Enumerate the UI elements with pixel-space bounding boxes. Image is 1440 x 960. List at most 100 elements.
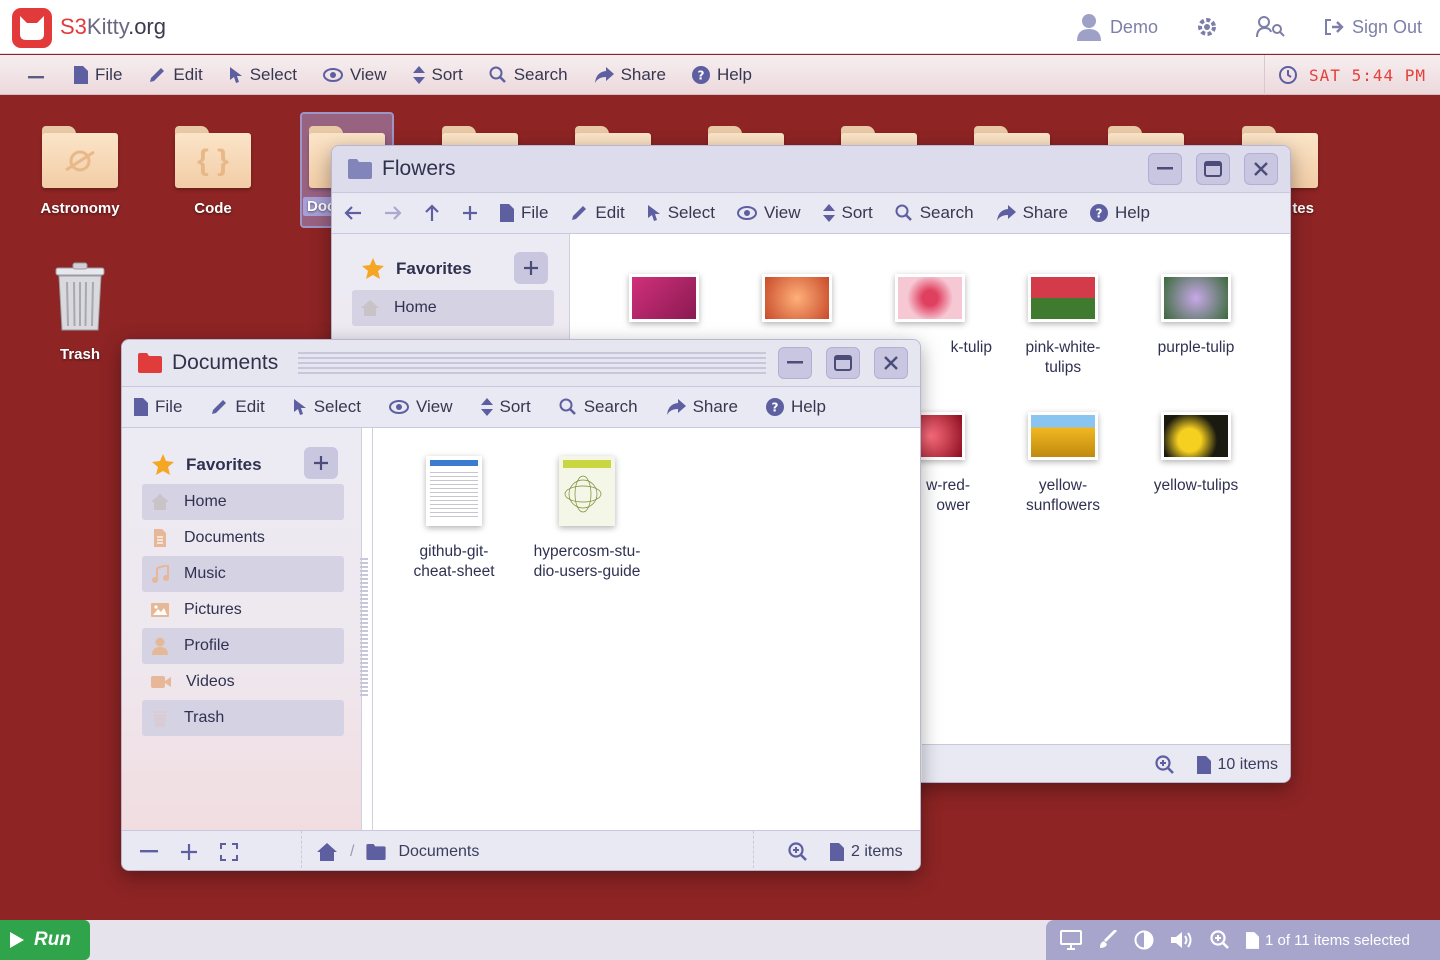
add-favorite-button[interactable]: [304, 447, 338, 479]
user-search-button[interactable]: [1255, 16, 1286, 38]
menu-view[interactable]: View: [736, 203, 801, 223]
close-button[interactable]: [1244, 153, 1278, 185]
forward-button[interactable]: [384, 205, 402, 221]
pencil-icon: [572, 206, 587, 220]
site-logo-text[interactable]: S3Kitty.org: [60, 14, 166, 40]
menu-search[interactable]: Search: [895, 203, 974, 223]
file-tile[interactable]: [735, 274, 859, 338]
menu-share[interactable]: Share: [996, 203, 1068, 223]
maximize-button[interactable]: [826, 347, 860, 379]
maximize-icon: [1204, 161, 1222, 177]
svg-text:?: ?: [771, 401, 778, 415]
zoom-out-button[interactable]: [140, 849, 158, 854]
menu-view[interactable]: View: [322, 65, 387, 85]
desktop-trash[interactable]: Trash: [24, 262, 136, 363]
sidebar-item-home[interactable]: Home: [352, 290, 554, 326]
run-button[interactable]: Run: [0, 920, 90, 960]
sign-out-button[interactable]: Sign Out: [1324, 17, 1422, 38]
menu-help[interactable]: ? Help: [1089, 203, 1150, 223]
home-icon: [361, 300, 379, 316]
maximize-button[interactable]: [1196, 153, 1230, 185]
menu-edit[interactable]: Edit: [148, 65, 203, 85]
menu-view[interactable]: View: [388, 397, 453, 417]
menu-share[interactable]: Share: [594, 65, 666, 85]
minus-icon: [28, 75, 44, 78]
arrow-left-icon: [344, 206, 361, 220]
add-favorite-button[interactable]: [514, 252, 548, 284]
user-menu[interactable]: Demo: [1076, 13, 1158, 41]
menu-select[interactable]: Select: [647, 203, 715, 223]
desktop-folder-code[interactable]: { } Code: [157, 126, 269, 217]
menu-edit[interactable]: Edit: [210, 397, 265, 417]
file-tile[interactable]: yellow-tulips: [1134, 412, 1258, 496]
desktop-label: Trash: [59, 346, 101, 363]
menu-share[interactable]: Share: [666, 397, 738, 417]
desktop-folder-astronomy[interactable]: Astronomy: [24, 126, 136, 217]
sidebar-item-pictures[interactable]: Pictures: [142, 592, 344, 628]
sidebar-item-documents[interactable]: Documents: [142, 520, 344, 556]
new-button[interactable]: [462, 205, 478, 221]
file-name: pink-white-tulips: [1025, 339, 1101, 376]
sidebar-item-videos[interactable]: Videos: [142, 664, 344, 700]
menu-file[interactable]: File: [134, 397, 182, 417]
svg-text:?: ?: [697, 68, 704, 82]
minimize-button[interactable]: [778, 347, 812, 379]
sidebar-resize-handle[interactable]: [360, 558, 368, 698]
menu-search[interactable]: Search: [489, 65, 568, 85]
settings-button[interactable]: [1196, 16, 1218, 38]
menu-sort[interactable]: Sort: [822, 203, 873, 223]
menu-sort[interactable]: Sort: [412, 65, 463, 85]
cat-logo-icon[interactable]: [12, 8, 52, 48]
gear-icon: [1197, 18, 1216, 36]
brush-icon[interactable]: [1098, 930, 1118, 950]
menu-help[interactable]: ? Help: [691, 65, 752, 85]
user-icon: [152, 637, 168, 655]
svg-text:?: ?: [1095, 207, 1102, 221]
volume-icon[interactable]: [1170, 930, 1194, 950]
file-tile[interactable]: pink-white-tulips: [1001, 274, 1125, 378]
image-thumbnail: [1161, 412, 1231, 460]
minimize-button[interactable]: [1148, 153, 1182, 185]
menu-help[interactable]: ? Help: [765, 397, 826, 417]
sort-icon: [822, 204, 835, 222]
sidebar-item-home[interactable]: Home: [142, 484, 344, 520]
breadcrumb: / Documents: [302, 830, 754, 870]
up-button[interactable]: [424, 204, 440, 222]
file-tile[interactable]: [602, 274, 726, 338]
sidebar-item-profile[interactable]: Profile: [142, 628, 344, 664]
file-tile[interactable]: purple-tulip: [1134, 274, 1258, 358]
folder-icon: [42, 126, 118, 188]
file-tile[interactable]: github-git-cheat-sheet: [392, 456, 516, 582]
file-name: hypercosm-stu-dio-users-guide: [533, 543, 641, 580]
menu-edit[interactable]: Edit: [570, 203, 625, 223]
close-button[interactable]: [874, 347, 908, 379]
menu-search[interactable]: Search: [559, 397, 638, 417]
monitor-icon[interactable]: [1060, 930, 1082, 950]
fullscreen-icon[interactable]: [220, 842, 238, 861]
system-tray: 1 of 11 items selected: [1046, 920, 1440, 960]
home-icon[interactable]: [316, 842, 338, 862]
minimize-bar-button[interactable]: [28, 66, 56, 84]
selection-status: 1 of 11 items selected: [1265, 931, 1410, 949]
menu-sort[interactable]: Sort: [480, 397, 531, 417]
zoom-in-icon[interactable]: [1210, 930, 1230, 950]
file-tile[interactable]: yellow-sunflowers: [1001, 412, 1125, 516]
menu-file[interactable]: File: [74, 65, 122, 85]
file-icon: [830, 842, 844, 861]
back-button[interactable]: [344, 205, 362, 221]
window-titlebar[interactable]: Documents: [122, 340, 920, 386]
breadcrumb-current[interactable]: Documents: [398, 843, 479, 861]
menu-select[interactable]: Select: [293, 397, 361, 417]
window-titlebar[interactable]: Flowers: [332, 146, 1290, 192]
menu-file[interactable]: File: [500, 203, 548, 223]
drag-grip[interactable]: [298, 352, 766, 374]
desktop-label: Astronomy: [40, 200, 120, 217]
zoom-in-icon[interactable]: [788, 841, 808, 862]
menu-select[interactable]: Select: [229, 65, 297, 85]
contrast-icon[interactable]: [1134, 930, 1154, 950]
zoom-in-icon[interactable]: [1154, 754, 1175, 775]
sidebar-item-trash[interactable]: Trash: [142, 700, 344, 736]
file-tile[interactable]: hypercosm-stu-dio-users-guide: [525, 456, 649, 582]
zoom-plus-button[interactable]: [180, 843, 198, 861]
sidebar-item-music[interactable]: Music: [142, 556, 344, 592]
